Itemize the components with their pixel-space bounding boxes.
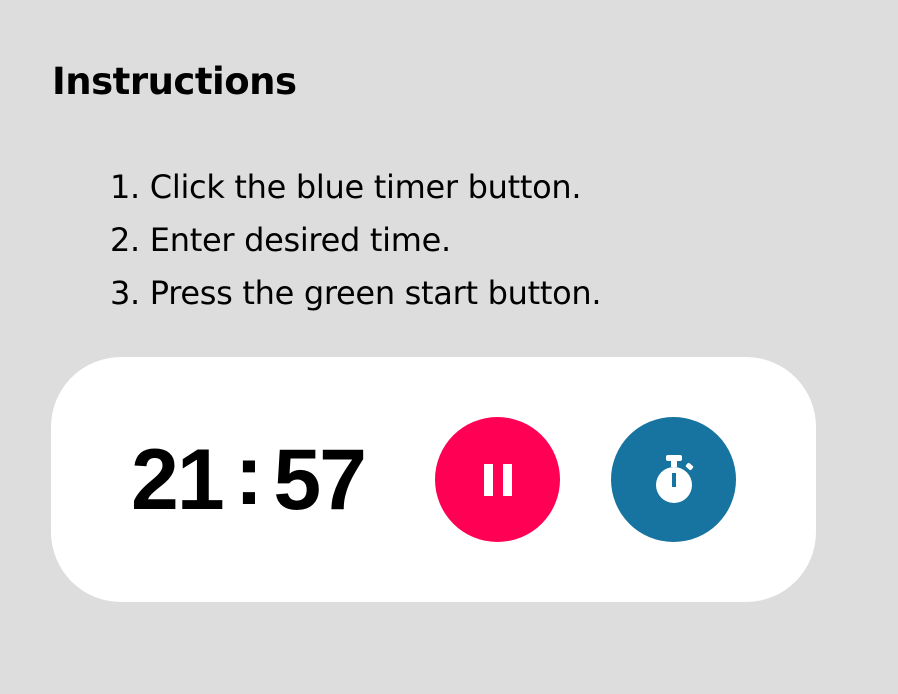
instructions-heading: Instructions [52, 60, 297, 103]
pause-icon [483, 463, 512, 496]
time-display: 21 : 57 [131, 425, 367, 535]
time-separator: : [234, 426, 264, 523]
seconds-value: 57 [273, 431, 367, 528]
instructions-list: 1. Click the blue timer button. 2. Enter… [110, 161, 602, 320]
instruction-step: 1. Click the blue timer button. [110, 168, 582, 206]
timer-button[interactable] [611, 417, 736, 542]
stopwatch-icon [655, 454, 693, 503]
timer-card: 21 : 57 [51, 357, 816, 602]
pause-button[interactable] [435, 417, 560, 542]
minutes-value: 21 [131, 431, 225, 528]
instruction-step: 3. Press the green start button. [110, 274, 602, 312]
instruction-step: 2. Enter desired time. [110, 221, 451, 259]
